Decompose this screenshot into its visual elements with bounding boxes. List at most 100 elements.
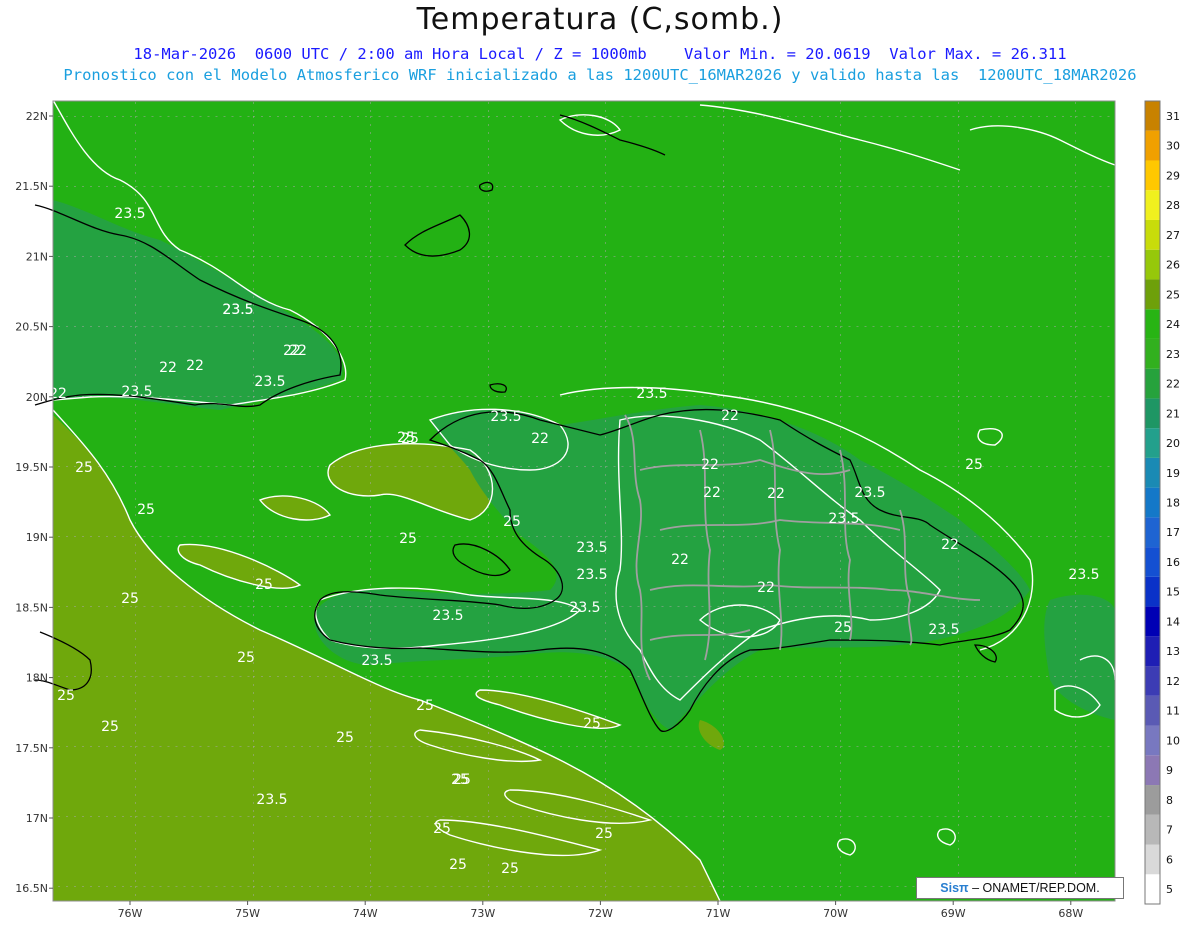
colorbar-label: 14 (1166, 615, 1180, 628)
colorbar-swatch (1145, 101, 1160, 131)
colorbar-label: 12 (1166, 675, 1180, 688)
colorbar-swatch (1145, 190, 1160, 220)
colorbar: 5 6 7 8 9 10 11 12 13 14 15 16 17 18 19 20 21 22 23 24 25 26 2… (1144, 100, 1180, 905)
colorbar-label: 8 (1166, 794, 1173, 807)
contour-label: 23.5 (636, 386, 667, 402)
colorbar-label: 11 (1166, 705, 1180, 718)
contour-label: 23.5 (121, 384, 152, 400)
colorbar-swatch (1145, 249, 1160, 280)
colorbar-swatch (1145, 130, 1160, 161)
contour-label: 22 (531, 431, 549, 447)
contour-label: 23.5 (1068, 567, 1099, 583)
colorbar-swatch (1145, 368, 1160, 399)
colorbar-label: 22 (1166, 378, 1180, 391)
colorbar-swatch (1145, 398, 1160, 429)
colorbar-label: 5 (1166, 883, 1173, 896)
colorbar-swatch (1145, 576, 1160, 607)
colorbar-label: 31 (1166, 110, 1180, 123)
lat-tick-label: 17.5N (15, 742, 48, 755)
contour-label: 23.5 (569, 600, 600, 616)
lat-tick-label: 18N (26, 672, 48, 685)
colorbar-swatch (1145, 457, 1160, 488)
contour-label: 22 (757, 580, 775, 596)
contour-label: 23.5 (576, 567, 607, 583)
contour-label: 25 (101, 719, 119, 735)
colorbar-swatch (1145, 785, 1160, 815)
colorbar-swatch (1145, 636, 1160, 667)
contour-label: 22 (767, 486, 785, 502)
lon-tick-label: 69W (941, 907, 966, 920)
colorbar-label: 21 (1166, 407, 1180, 420)
contour-label: 22 (671, 552, 689, 568)
colorbar-swatch (1145, 309, 1160, 339)
sispi-logo: Sisπ (940, 881, 969, 895)
contour-label: 25 (255, 577, 273, 593)
colorbar-swatch (1145, 666, 1160, 696)
colorbar-swatch (1145, 814, 1160, 845)
lon-tick-label: 71W (706, 907, 731, 920)
valid-time-line: 18-Mar-2026 0600 UTC / 2:00 am Hora Loca… (133, 45, 1067, 63)
contour-label: 22 (701, 457, 719, 473)
colorbar-label: 13 (1166, 645, 1180, 658)
colorbar-label: 28 (1166, 199, 1180, 212)
colorbar-label: 26 (1166, 259, 1180, 272)
lon-tick-label: 70W (823, 907, 848, 920)
lat-tick-label: 19.5N (15, 461, 48, 474)
colorbar-swatch (1145, 160, 1160, 191)
colorbar-label: 20 (1166, 437, 1180, 450)
colorbar-label: 6 (1166, 853, 1173, 866)
colorbar-label: 25 (1166, 288, 1180, 301)
lon-tick-label: 76W (118, 907, 143, 920)
lat-tick-label: 17N (26, 812, 48, 825)
contour-label: 25 (399, 531, 417, 547)
lat-tick-label: 20.5N (15, 321, 48, 334)
contour-label: 25 (501, 861, 519, 877)
contour-label: 25 (449, 857, 467, 873)
colorbar-label: 16 (1166, 556, 1180, 569)
contour-label: 25 (416, 698, 434, 714)
lat-tick-label: 20N (26, 391, 48, 404)
colorbar-swatch (1145, 547, 1160, 577)
lon-tick-label: 72W (588, 907, 613, 920)
model-info-line: Pronostico con el Modelo Atmosferico WRF… (63, 66, 1137, 84)
contour-label: 23.5 (222, 302, 253, 318)
colorbar-swatch (1145, 844, 1160, 875)
lon-tick-label: 68W (1058, 907, 1083, 920)
credit-text: – ONAMET/REP.DOM. (972, 881, 1100, 895)
colorbar-swatch (1145, 725, 1160, 756)
contour-label: 25 (401, 431, 419, 447)
contour-label: 22 (721, 408, 739, 424)
colorbar-label: 30 (1166, 140, 1180, 153)
contour-label: 25 (503, 514, 521, 530)
colorbar-label: 15 (1166, 586, 1180, 599)
contour-label: 23.5 (828, 511, 859, 527)
colorbar-swatch (1145, 606, 1160, 637)
contour-label: 25 (433, 821, 451, 837)
contour-label: 25 (237, 650, 255, 666)
colorbar-swatch (1145, 874, 1160, 904)
contour-label: 23.5 (432, 608, 463, 624)
contour-label: 25 (57, 688, 75, 704)
contour-label: 22 (186, 358, 204, 374)
colorbar-swatch (1145, 279, 1160, 310)
contour-label: 23.5 (114, 206, 145, 222)
colorbar-label: 23 (1166, 348, 1180, 361)
contour-label: 25 (336, 730, 354, 746)
contour-label: 23.5 (854, 485, 885, 501)
contour-label: 25 (137, 502, 155, 518)
temperature-map: 23.5 22 22 22 23.5 23.5 22 23.5 22 23.5 25 25 25 25 25… (15, 99, 1180, 920)
lat-tick-label: 21N (26, 250, 48, 263)
colorbar-swatch (1145, 695, 1160, 726)
colorbar-label: 29 (1166, 169, 1180, 182)
contour-label: 22 (159, 360, 177, 376)
contour-label: 22 (283, 343, 301, 359)
lat-tick-label: 22N (26, 110, 48, 123)
lat-tick-label: 19N (26, 531, 48, 544)
colorbar-label: 27 (1166, 229, 1180, 242)
lon-tick-label: 75W (235, 907, 260, 920)
contour-label: 25 (583, 716, 601, 732)
lat-tick-label: 21.5N (15, 180, 48, 193)
colorbar-label: 10 (1166, 734, 1180, 747)
contour-label: 23.5 (490, 409, 521, 425)
colorbar-label: 19 (1166, 467, 1180, 480)
